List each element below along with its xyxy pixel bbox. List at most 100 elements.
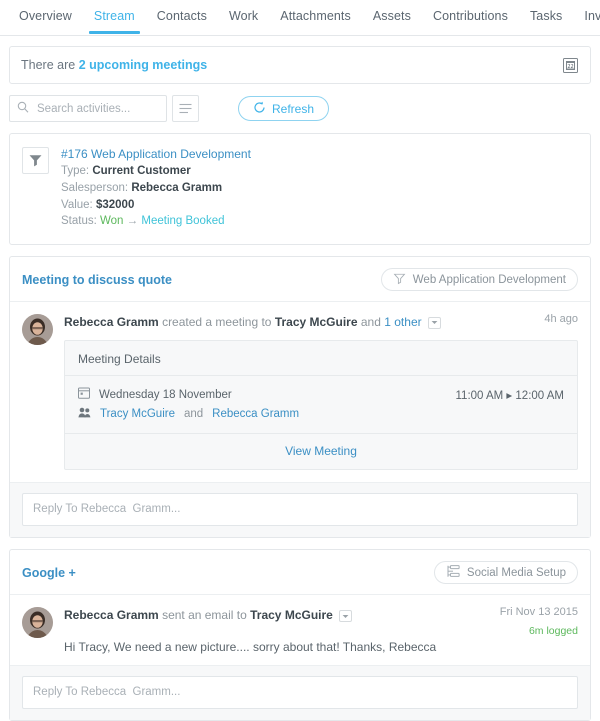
activity-title-link[interactable]: Google + (22, 566, 76, 580)
deal-salesperson-value: Rebecca Gramm (131, 182, 222, 194)
banner-prefix: There are (21, 58, 75, 72)
tab-stream[interactable]: Stream (83, 0, 146, 33)
refresh-label: Refresh (272, 102, 314, 116)
reply-zone (10, 665, 590, 720)
deal-title-link[interactable]: #176 Web Application Development (61, 146, 251, 163)
activity-post-top: Rebecca Gramm sent an email to Tracy McG… (64, 606, 578, 637)
deal-salesperson-label: Salesperson: (61, 182, 128, 194)
meeting-attendee-two[interactable]: Rebecca Gramm (212, 408, 299, 420)
activity-title-link[interactable]: Meeting to discuss quote (22, 273, 172, 287)
calendar-icon (78, 387, 90, 402)
funnel-icon (393, 272, 406, 288)
activity-tag-label: Web Application Development (413, 274, 566, 286)
deal-type-row: Type: Current Customer (61, 163, 251, 180)
upcoming-meetings-count[interactable]: 2 upcoming meetings (79, 58, 208, 72)
deal-status-to: Meeting Booked (141, 215, 224, 227)
deal-name: Web Application Development (91, 147, 251, 161)
meeting-attendee-one[interactable]: Tracy McGuire (100, 408, 175, 420)
funnel-icon (22, 147, 49, 174)
deal-value-amount: $32000 (96, 199, 134, 211)
deal-details: #176 Web Application Development Type: C… (61, 146, 251, 230)
tab-attachments[interactable]: Attachments (269, 0, 362, 33)
tab-invoices[interactable]: Invoices (573, 0, 600, 33)
activity-post-top: Rebecca Gramm created a meeting to Tracy… (64, 313, 578, 330)
activity-recipient: Tracy McGuire (250, 608, 333, 622)
activity-card-header: Google + Social Media Setup (10, 550, 590, 595)
meeting-date-left: Wednesday 18 November (78, 387, 232, 402)
meeting-details-panel: Meeting Details Wednesday 18 November (64, 340, 578, 470)
chevron-down-icon[interactable] (428, 317, 441, 329)
deal-value-label: Value: (61, 199, 93, 211)
activity-action: created a meeting to (162, 315, 271, 329)
activity-post-main: Rebecca Gramm created a meeting to Tracy… (64, 313, 578, 470)
activity-author: Rebecca Gramm (64, 315, 159, 329)
activity-and: and (361, 315, 381, 329)
meeting-date-row: Wednesday 18 November 11:00 AM ▸ 12:00 A… (65, 376, 577, 402)
activity-post-text: Rebecca Gramm created a meeting to Tracy… (64, 313, 441, 330)
activity-post-text: Rebecca Gramm sent an email to Tracy McG… (64, 606, 352, 623)
calendar-icon[interactable]: 22 (562, 57, 579, 74)
search-box[interactable] (9, 95, 167, 122)
search-input[interactable] (35, 102, 159, 116)
svg-text:22: 22 (567, 64, 573, 70)
reply-input[interactable] (22, 493, 578, 526)
view-meeting-link[interactable]: View Meeting (65, 433, 577, 469)
tab-contacts[interactable]: Contacts (146, 0, 218, 33)
stream-toolbar: Refresh (9, 95, 591, 122)
deal-type-value: Current Customer (92, 165, 190, 177)
deal-type-label: Type: (61, 165, 89, 177)
activity-author: Rebecca Gramm (64, 608, 159, 622)
refresh-button[interactable]: Refresh (238, 96, 329, 121)
avatar[interactable] (22, 607, 53, 638)
list-view-icon[interactable] (172, 95, 199, 122)
deal-value-row: Value: $32000 (61, 197, 251, 214)
activity-card-email: Google + Social Media Setup (9, 549, 591, 721)
meeting-details-title: Meeting Details (65, 341, 577, 376)
upcoming-meetings-banner: There are 2 upcoming meetings 22 (9, 46, 591, 84)
tab-tasks[interactable]: Tasks (519, 0, 573, 33)
activity-post-main: Rebecca Gramm sent an email to Tracy McG… (64, 606, 578, 654)
meeting-attendee-sep: and (184, 408, 203, 420)
search-icon (17, 100, 29, 118)
activity-post: Rebecca Gramm sent an email to Tracy McG… (10, 595, 590, 654)
activity-others-link[interactable]: 1 other (384, 315, 421, 329)
activity-logged-time: 6m logged (500, 625, 578, 637)
activity-tag-chip[interactable]: Social Media Setup (434, 561, 578, 584)
tab-overview[interactable]: Overview (8, 0, 83, 33)
activity-timestamp: Fri Nov 13 2015 (500, 606, 578, 618)
deal-number: #176 (61, 147, 88, 161)
tab-assets[interactable]: Assets (362, 0, 422, 33)
chevron-down-icon[interactable] (339, 610, 352, 622)
activity-timestamp: 4h ago (534, 313, 578, 325)
activity-card-meeting: Meeting to discuss quote Web Application… (9, 256, 591, 538)
activity-timestamp-wrap: Fri Nov 13 2015 6m logged (490, 606, 578, 637)
deal-salesperson-row: Salesperson: Rebecca Gramm (61, 180, 251, 197)
status-arrow-icon: → (127, 215, 139, 227)
people-icon (78, 407, 91, 421)
upcoming-meetings-text: There are 2 upcoming meetings (21, 58, 207, 72)
activity-card-header: Meeting to discuss quote Web Application… (10, 257, 590, 302)
activity-tag-label: Social Media Setup (467, 567, 566, 579)
activity-post: Rebecca Gramm created a meeting to Tracy… (10, 302, 590, 471)
activity-body-text: Hi Tracy, We need a new picture.... sorr… (64, 640, 578, 654)
reply-zone (10, 482, 590, 537)
activity-recipient: Tracy McGuire (275, 315, 358, 329)
workflow-icon (446, 565, 460, 581)
meeting-attendees-row: Tracy McGuire and Rebecca Gramm (65, 402, 577, 433)
refresh-icon (253, 101, 266, 117)
tab-contributions[interactable]: Contributions (422, 0, 519, 33)
deal-row: #176 Web Application Development Type: C… (10, 134, 590, 244)
deal-status-row: Status: Won → Meeting Booked (61, 213, 251, 230)
deal-status-label: Status: (61, 215, 97, 227)
activity-tag-chip[interactable]: Web Application Development (381, 268, 578, 291)
avatar[interactable] (22, 314, 53, 345)
meeting-attendees-left: Tracy McGuire and Rebecca Gramm (78, 407, 299, 421)
deal-summary-card: #176 Web Application Development Type: C… (9, 133, 591, 245)
deal-status-from: Won (100, 215, 123, 227)
reply-input[interactable] (22, 676, 578, 709)
stream-page: There are 2 upcoming meetings 22 (0, 36, 600, 721)
meeting-time-range: 11:00 AM ▸ 12:00 AM (456, 388, 565, 402)
meeting-date: Wednesday 18 November (99, 389, 232, 401)
tab-work[interactable]: Work (218, 0, 269, 33)
activity-action: sent an email to (162, 608, 247, 622)
